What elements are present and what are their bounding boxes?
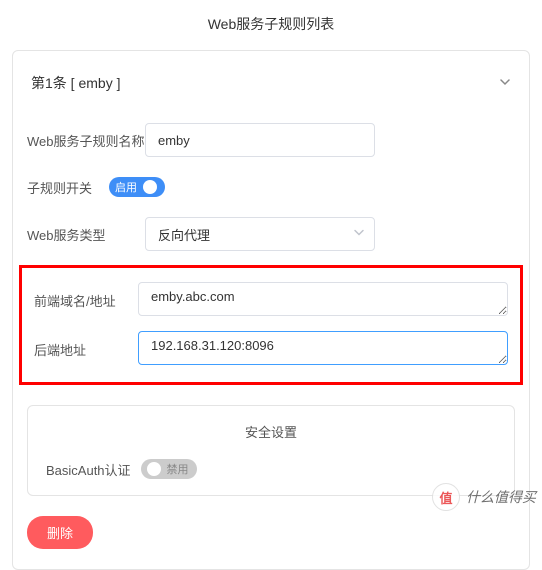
basicauth-toggle[interactable]: 禁用 (141, 459, 197, 479)
toggle-knob-icon (143, 180, 157, 194)
chevron-down-icon (499, 75, 511, 91)
delete-button[interactable]: 删除 (27, 516, 93, 549)
row-frontend: 前端域名/地址 (34, 282, 508, 319)
frontend-input[interactable] (138, 282, 508, 316)
rule-name-input[interactable] (145, 123, 375, 157)
security-title: 安全设置 (46, 422, 496, 441)
row-backend: 后端地址 (34, 331, 508, 368)
service-type-value[interactable] (145, 217, 375, 251)
highlight-box: 前端域名/地址 后端地址 (19, 265, 523, 385)
backend-label: 后端地址 (34, 340, 138, 359)
row-service-type: Web服务类型 (27, 217, 515, 251)
row-switch: 子规则开关 启用 (27, 177, 515, 197)
basicauth-label: BasicAuth认证 (46, 460, 131, 479)
service-type-select[interactable] (145, 217, 375, 251)
watermark: 值 什么值得买 (432, 483, 536, 511)
row-rule-name: Web服务子规则名称 (27, 123, 515, 157)
watermark-text: 什么值得买 (466, 487, 536, 507)
rule-header-label: 第1条 [ emby ] (31, 73, 120, 93)
row-basicauth: BasicAuth认证 禁用 (46, 459, 496, 479)
rule-header[interactable]: 第1条 [ emby ] (27, 55, 515, 103)
service-type-label: Web服务类型 (27, 225, 145, 244)
toggle-off-label: 禁用 (167, 461, 189, 477)
subrule-switch-toggle[interactable]: 启用 (109, 177, 165, 197)
page-title: Web服务子规则列表 (0, 0, 542, 50)
toggle-knob-icon (147, 462, 161, 476)
toggle-on-label: 启用 (115, 179, 137, 195)
watermark-logo-icon: 值 (432, 483, 460, 511)
frontend-label: 前端域名/地址 (34, 291, 138, 310)
backend-input[interactable] (138, 331, 508, 365)
switch-label: 子规则开关 (27, 178, 109, 197)
rule-name-label: Web服务子规则名称 (27, 131, 145, 150)
